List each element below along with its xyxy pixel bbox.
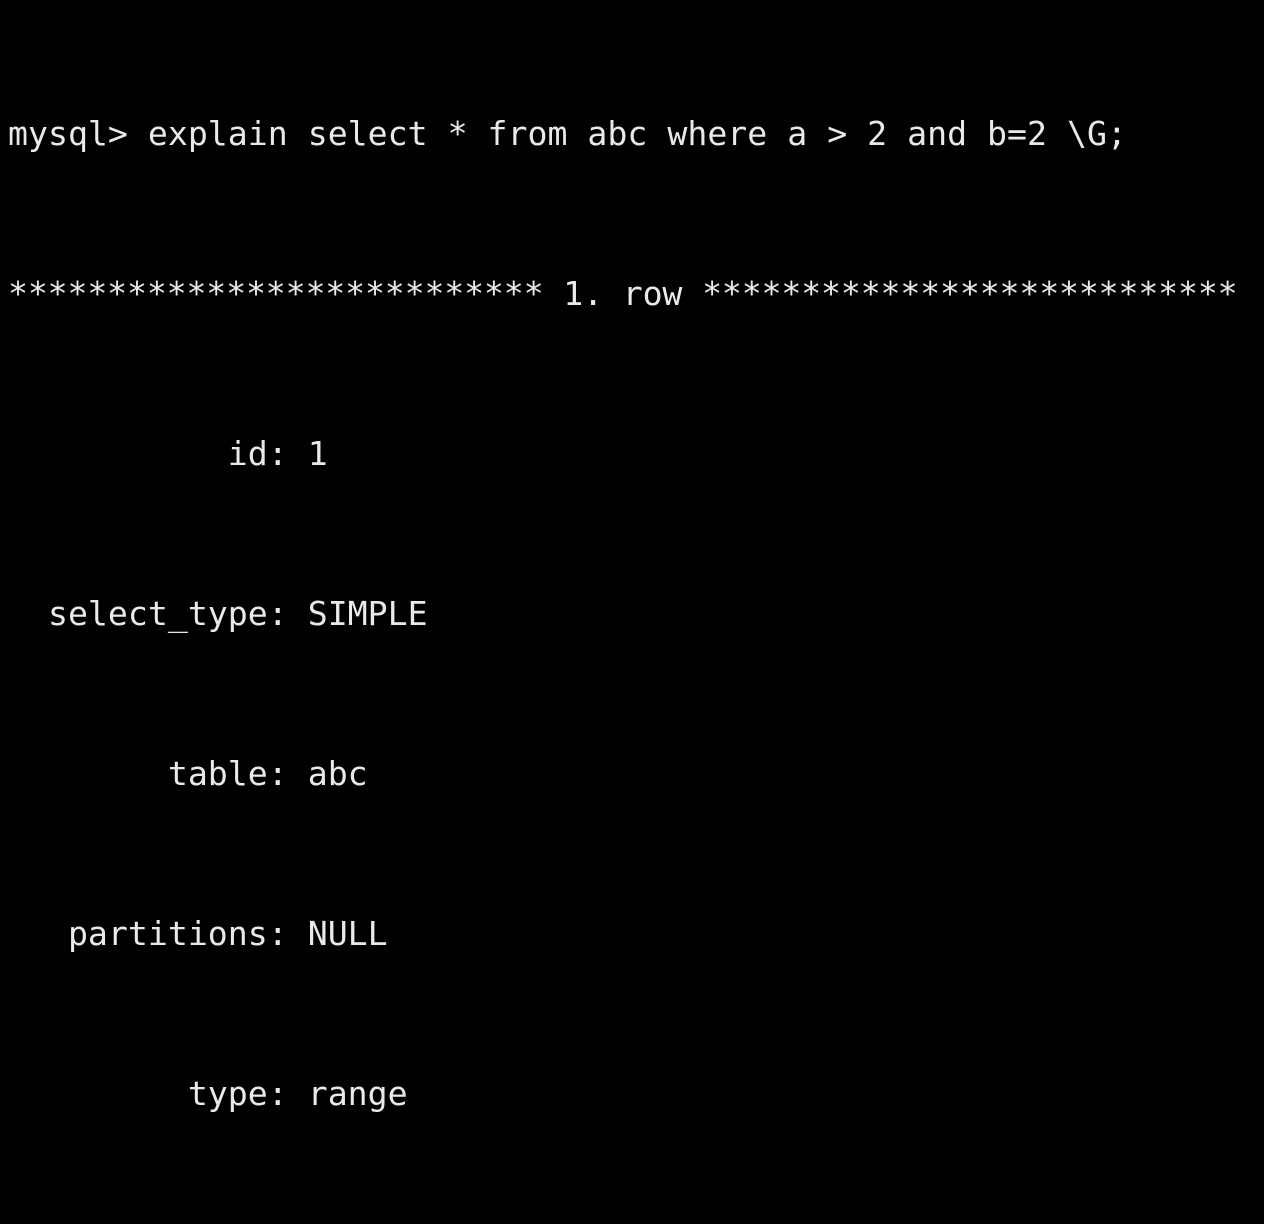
terminal-line-field-select-type: select_type: SIMPLE xyxy=(8,594,428,633)
terminal-line-field-type: type: range xyxy=(8,1074,408,1113)
terminal-line-prompt: mysql> explain select * from abc where a… xyxy=(8,114,1127,153)
terminal-line-field-id: id: 1 xyxy=(8,434,328,473)
terminal-screen: mysql> explain select * from abc where a… xyxy=(8,0,1264,1224)
terminal-line-field-partitions: partitions: NULL xyxy=(8,914,388,953)
terminal-line-field-table: table: abc xyxy=(8,754,368,793)
terminal-line-row-separator: *************************** 1. row *****… xyxy=(8,274,1238,313)
terminal-window[interactable]: mysql> explain select * from abc where a… xyxy=(0,0,1264,1113)
